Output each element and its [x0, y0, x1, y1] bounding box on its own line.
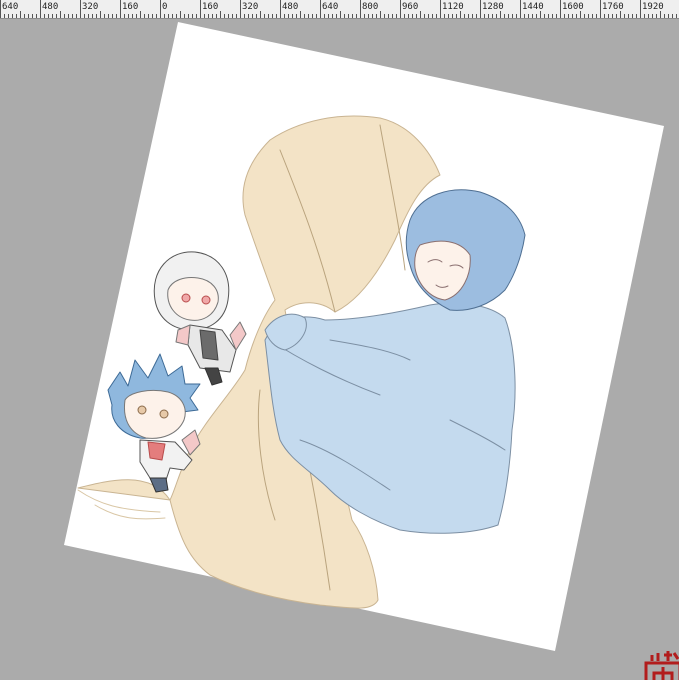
ruler-label: 1760 [602, 2, 624, 12]
ruler-label: 320 [82, 2, 99, 12]
ruler-label: 1920 [642, 2, 664, 12]
ruler-label: 480 [282, 2, 299, 12]
canvas-view[interactable] [0, 19, 679, 680]
ruler-label: 480 [42, 2, 59, 12]
artist-stamp [644, 651, 679, 680]
ruler-label: 1280 [482, 2, 504, 12]
ruler-label: 160 [202, 2, 219, 12]
canvas-workspace[interactable] [0, 19, 679, 680]
ruler-label: 640 [2, 2, 19, 12]
ruler-label: 160 [122, 2, 139, 12]
ruler-label: 320 [242, 2, 259, 12]
ruler-label: 640 [322, 2, 339, 12]
ruler-label: 1120 [442, 2, 464, 12]
ruler-label: 800 [362, 2, 379, 12]
ruler-label: 1440 [522, 2, 544, 12]
ruler-label: 1600 [562, 2, 584, 12]
horizontal-ruler[interactable]: 640 480 320 160 0 160 320 480 640 800 960 1120 1280 1… [0, 0, 679, 19]
ruler-label: 0 [162, 2, 168, 12]
ruler-label: 960 [402, 2, 419, 12]
